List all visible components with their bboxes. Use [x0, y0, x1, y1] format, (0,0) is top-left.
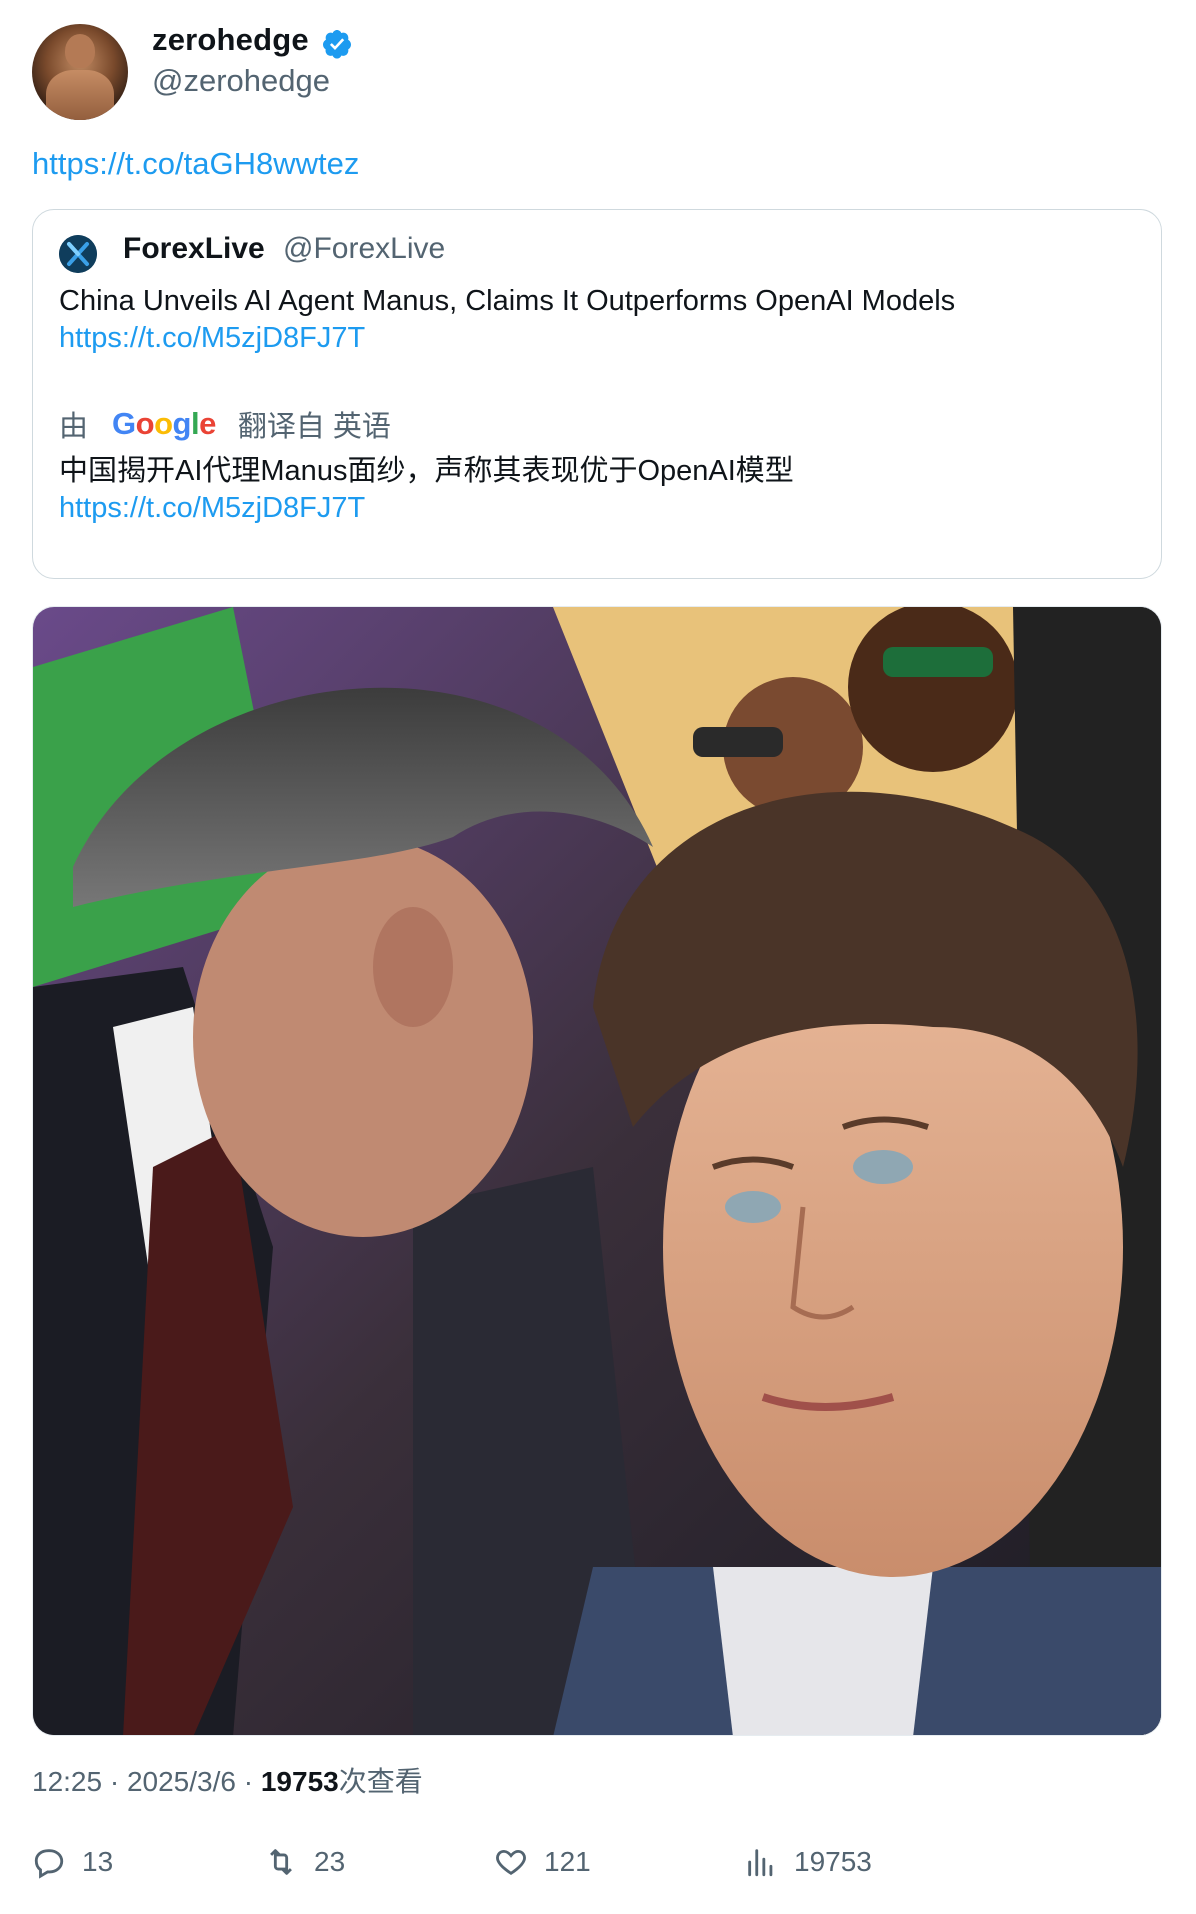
reply-button[interactable]: 13	[32, 1845, 113, 1879]
translation-prefix: 由	[59, 411, 89, 443]
verified-badge-icon	[323, 30, 351, 59]
quoted-tweet-text: China Unveils AI Agent Manus, Claims It …	[59, 285, 956, 317]
quoted-author-name[interactable]: ForexLive	[123, 232, 265, 266]
retweet-icon	[270, 1849, 292, 1875]
translated-link[interactable]: https://t.co/M5zjD8FJ7T	[59, 492, 365, 525]
author-name[interactable]: zerohedge	[152, 22, 309, 58]
quoted-author-handle[interactable]: @ForexLive	[283, 232, 445, 266]
analytics-icon	[748, 1849, 773, 1877]
like-button[interactable]: 121	[494, 1845, 591, 1879]
translation-attribution: 由 Google 翻译自 英语	[59, 403, 391, 445]
author-avatar[interactable]	[32, 24, 128, 120]
heart-icon	[496, 1849, 526, 1875]
tweet-time[interactable]: 12:25	[32, 1766, 102, 1797]
forexlive-avatar-icon[interactable]	[59, 235, 97, 273]
meta-separator: ·	[235, 1766, 261, 1797]
reply-count: 13	[82, 1846, 114, 1877]
google-logo: Google	[112, 406, 216, 441]
meta-separator: ·	[102, 1766, 127, 1797]
avatar-head	[65, 34, 95, 68]
view-count-label: 次查看	[338, 1766, 423, 1797]
avatar-torso	[46, 70, 114, 120]
tweet-meta: 12:25 · 2025/3/6 · 19753次查看	[32, 1760, 423, 1800]
translation-suffix: 翻译自 英语	[237, 411, 391, 443]
tweet-link[interactable]: https://t.co/taGH8wwtez	[32, 146, 359, 182]
tweet-date[interactable]: 2025/3/6	[127, 1766, 236, 1797]
quoted-tweet-card[interactable]: ForexLive @ForexLive China Unveils AI Ag…	[32, 209, 1162, 579]
reply-icon	[34, 1849, 64, 1879]
retweet-button[interactable]: 23	[264, 1845, 345, 1879]
author-handle[interactable]: @zerohedge	[152, 63, 330, 99]
translated-text: 中国揭开AI代理Manus面纱，声称其表现优于OpenAI模型	[59, 455, 794, 487]
views-count: 19753	[794, 1846, 872, 1877]
view-count: 19753	[260, 1766, 339, 1797]
photo-illustration	[33, 607, 1161, 1735]
like-count: 121	[544, 1846, 591, 1877]
quoted-tweet-link[interactable]: https://t.co/M5zjD8FJ7T	[59, 322, 365, 355]
retweet-count: 23	[314, 1846, 346, 1877]
tweet-photo[interactable]	[32, 606, 1162, 1736]
views-button[interactable]: 19753	[744, 1845, 872, 1879]
